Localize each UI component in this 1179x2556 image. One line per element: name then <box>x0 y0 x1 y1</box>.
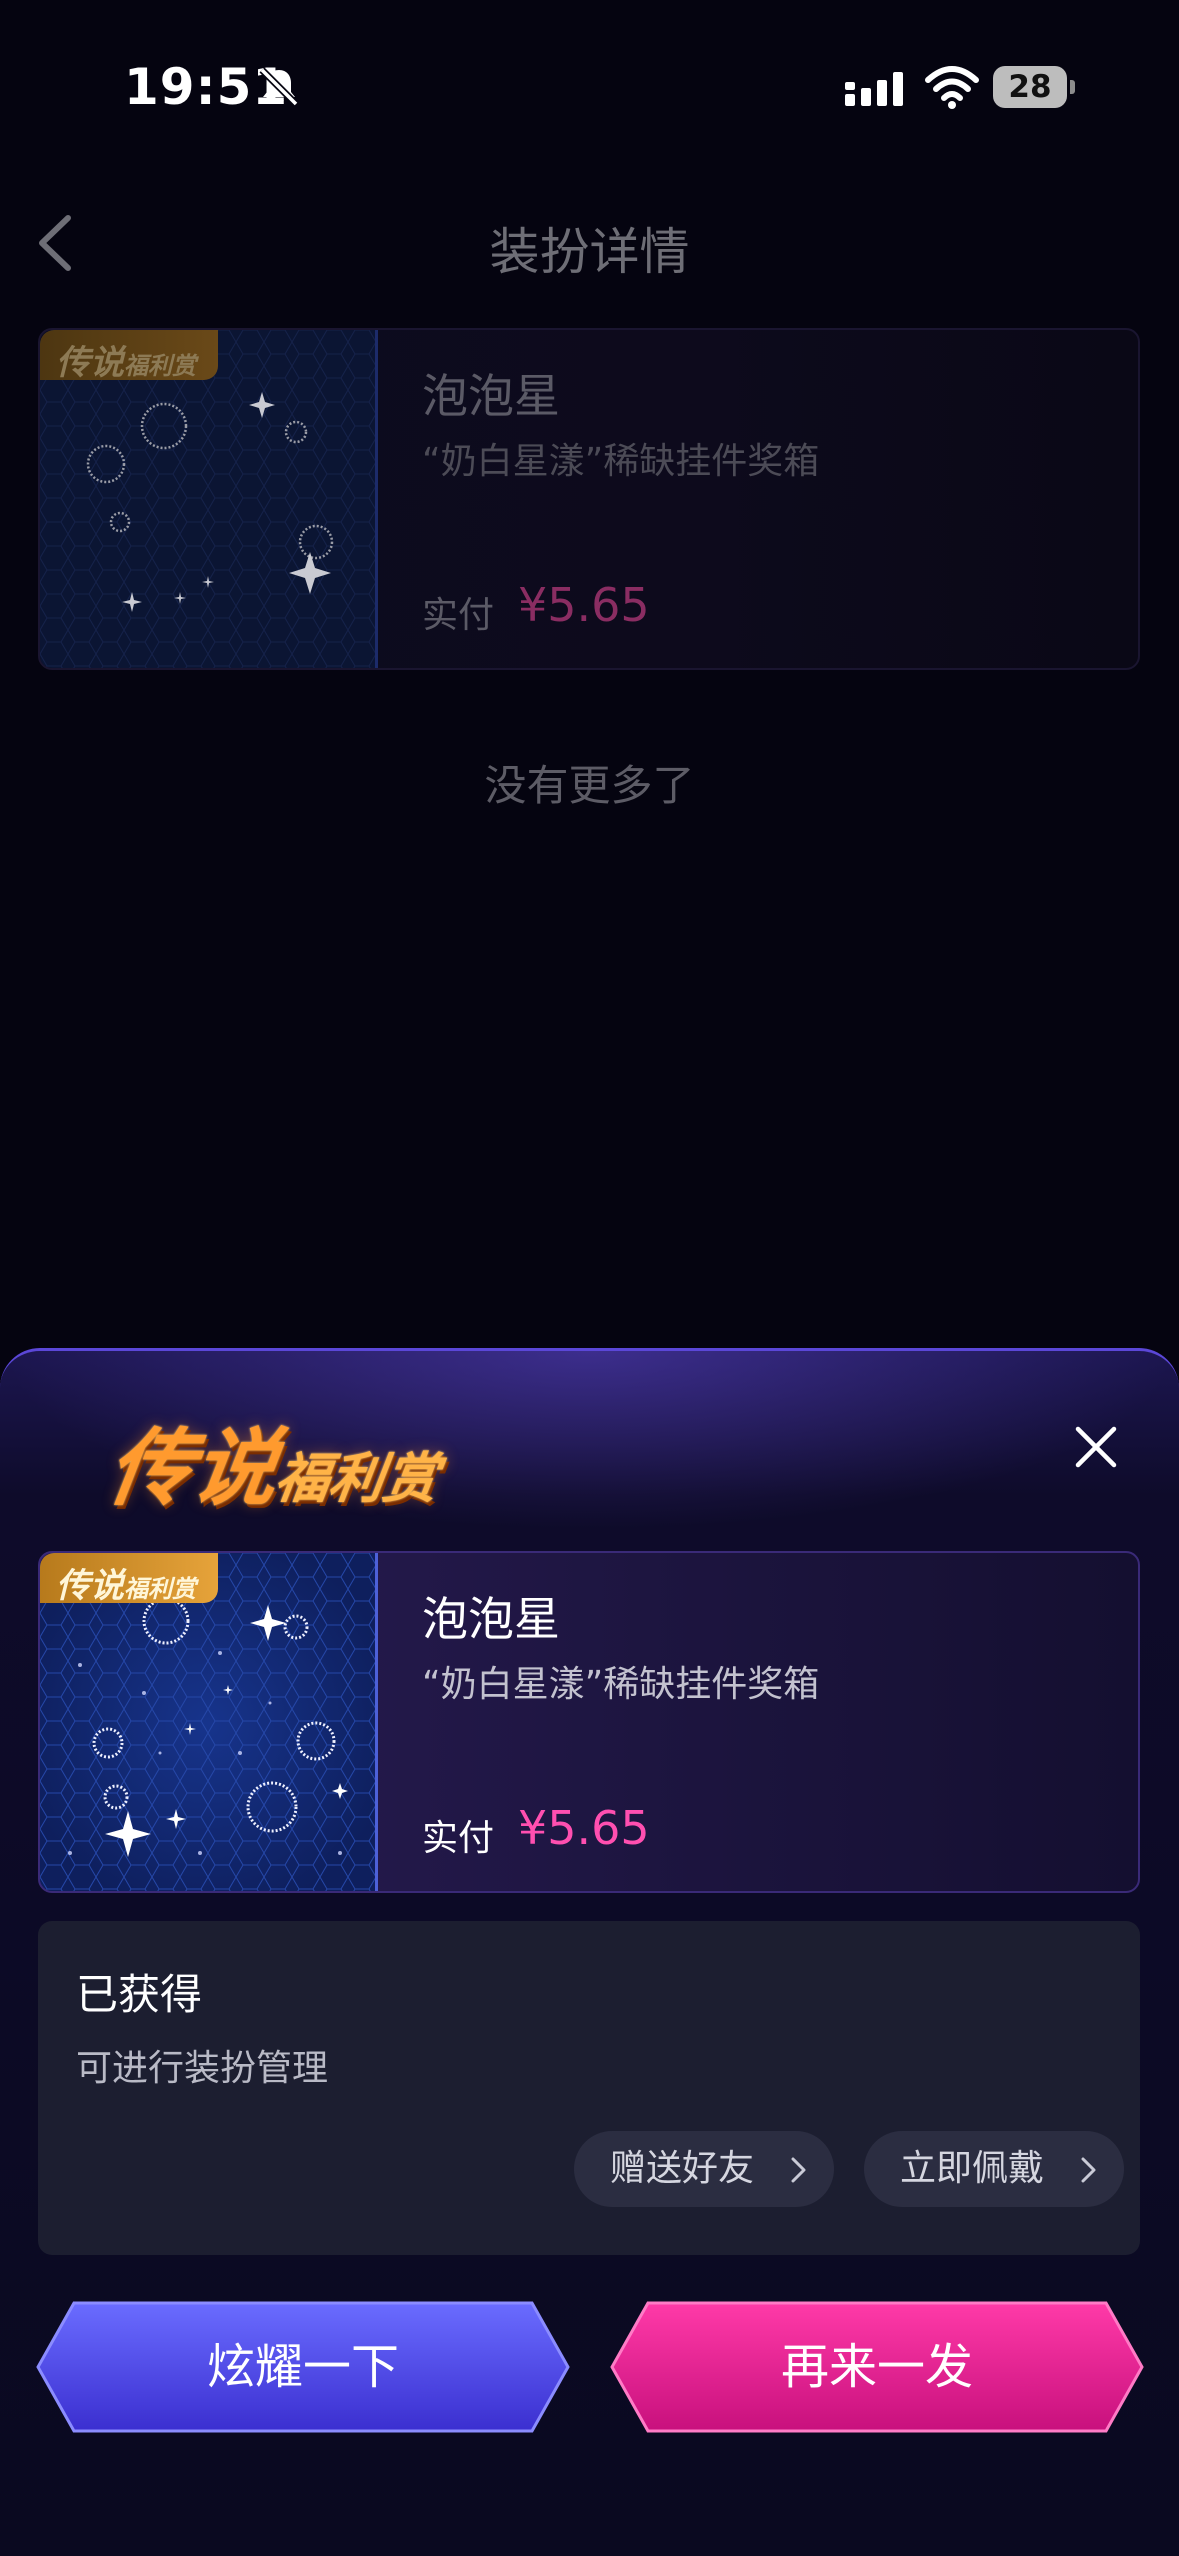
pay-label: 实付 <box>422 1818 495 1859</box>
gift-to-friend-button[interactable]: 赠送好友 <box>574 2131 834 2207</box>
legend-tag-label: 传说福利赏 <box>56 1566 196 1606</box>
draw-again-button[interactable]: 再来一发 <box>608 2299 1146 2435</box>
reward-item-card: 传说福利赏 泡泡星 “奶白星漾”稀缺挂件奖箱 实付 ¥5.65 <box>38 1551 1140 1893</box>
item-card[interactable]: 传说福利赏 泡泡星 “奶白星漾”稀缺挂件奖箱 实付 ¥5.65 <box>38 328 1140 670</box>
obtained-description: 可进行装扮管理 <box>76 2048 329 2089</box>
battery-level: 28 <box>1008 69 1052 105</box>
item-price: ¥5.65 <box>518 578 650 632</box>
show-off-button[interactable]: 炫耀一下 <box>34 2299 572 2435</box>
legend-tag-label: 传说福利赏 <box>56 343 196 383</box>
pay-label: 实付 <box>422 595 495 636</box>
wear-now-label: 立即佩戴 <box>900 2148 1045 2189</box>
chevron-right-icon <box>1081 2157 1096 2183</box>
reward-item-price: ¥5.65 <box>518 1801 650 1855</box>
battery-icon: 28 <box>993 66 1075 108</box>
reward-item-name: 泡泡星 <box>422 1592 560 1646</box>
legend-tag: 传说福利赏 <box>40 330 218 383</box>
signal-icon <box>845 72 903 106</box>
battery-cap <box>1070 80 1075 94</box>
bell-muted-icon <box>259 67 299 107</box>
item-thumbnail: 传说福利赏 <box>40 330 378 668</box>
obtained-panel: 已获得 可进行装扮管理 赠送好友 立即佩戴 <box>38 1921 1140 2255</box>
draw-again-label: 再来一发 <box>780 2339 973 2395</box>
wifi-icon <box>925 66 979 109</box>
item-name: 泡泡星 <box>422 369 560 423</box>
show-off-label: 炫耀一下 <box>206 2339 399 2395</box>
legend-tag: 传说福利赏 <box>40 1553 218 1606</box>
close-icon[interactable] <box>1068 1419 1124 1475</box>
legend-reward-logo: 传说福利赏 <box>102 1419 443 1517</box>
list-end-text: 没有更多了 <box>484 761 695 810</box>
reward-item-subtitle: “奶白星漾”稀缺挂件奖箱 <box>422 1664 820 1705</box>
chevron-right-icon <box>791 2157 806 2183</box>
status-bar: 19:51 28 <box>0 0 1179 170</box>
wear-now-button[interactable]: 立即佩戴 <box>864 2131 1124 2207</box>
gift-to-friend-label: 赠送好友 <box>610 2148 755 2189</box>
reward-sheet: 传说福利赏 传说福利赏 泡泡星 “奶白星漾”稀缺挂件奖箱 实付 ¥5.65 已获… <box>0 1348 1179 2556</box>
page-title: 装扮详情 <box>489 223 690 281</box>
item-subtitle: “奶白星漾”稀缺挂件奖箱 <box>422 441 820 482</box>
reward-item-thumbnail: 传说福利赏 <box>40 1553 378 1891</box>
obtained-title: 已获得 <box>76 1970 203 2019</box>
